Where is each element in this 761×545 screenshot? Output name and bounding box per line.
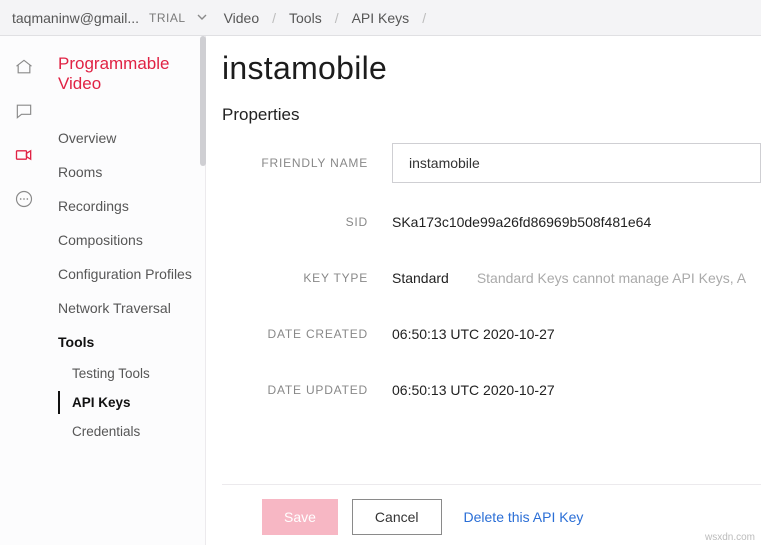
topbar: taqmaninw@gmail... TRIAL Video / Tools /…: [0, 0, 761, 36]
breadcrumb[interactable]: Video: [224, 10, 260, 26]
sidebar-item-network-traversal[interactable]: Network Traversal: [58, 291, 205, 325]
sidebar-item-testing-tools[interactable]: Testing Tools: [72, 359, 205, 388]
sidebar-item-compositions[interactable]: Compositions: [58, 223, 205, 257]
label-date-updated: DATE UPDATED: [222, 383, 392, 397]
label-sid: SID: [222, 215, 392, 229]
action-bar: Save Cancel Delete this API Key: [222, 484, 761, 535]
field-row: DATE UPDATED 06:50:13 UTC 2020-10-27: [222, 373, 761, 407]
sidebar-item-recordings[interactable]: Recordings: [58, 189, 205, 223]
field-row: DATE CREATED 06:50:13 UTC 2020-10-27: [222, 317, 761, 351]
sidebar-item-overview[interactable]: Overview: [58, 121, 205, 155]
delete-api-key-link[interactable]: Delete this API Key: [464, 509, 584, 525]
save-button[interactable]: Save: [262, 499, 338, 535]
value-key-type: Standard: [392, 270, 449, 286]
section-heading: Properties: [222, 105, 761, 125]
trial-badge: TRIAL: [149, 11, 186, 25]
label-key-type: KEY TYPE: [222, 271, 392, 285]
label-date-created: DATE CREATED: [222, 327, 392, 341]
field-row: SID SKa173c10de99a26fd86969b508f481e64: [222, 205, 761, 239]
breadcrumb[interactable]: API Keys: [352, 10, 410, 26]
sidebar-item-credentials[interactable]: Credentials: [72, 417, 205, 446]
sidebar-item-tools[interactable]: Tools: [58, 325, 205, 359]
sidebar: Programmable Video Overview Rooms Record…: [48, 36, 206, 545]
field-row: FRIENDLY NAME instamobile: [222, 143, 761, 183]
sidebar-item-rooms[interactable]: Rooms: [58, 155, 205, 189]
chevron-down-icon[interactable]: [196, 10, 208, 26]
home-icon[interactable]: [13, 56, 35, 78]
page-title: instamobile: [222, 50, 761, 87]
chat-icon[interactable]: [13, 100, 35, 122]
breadcrumb[interactable]: Tools: [289, 10, 322, 26]
value-date-updated: 06:50:13 UTC 2020-10-27: [392, 382, 555, 398]
label-friendly-name: FRIENDLY NAME: [222, 156, 392, 170]
video-icon[interactable]: [13, 144, 35, 166]
sidebar-item-api-keys[interactable]: API Keys: [72, 388, 205, 417]
key-type-hint: Standard Keys cannot manage API Keys, A: [477, 270, 746, 286]
field-row: KEY TYPE Standard Standard Keys cannot m…: [222, 261, 761, 295]
sidebar-title[interactable]: Programmable Video: [58, 54, 205, 95]
value-sid: SKa173c10de99a26fd86969b508f481e64: [392, 214, 651, 230]
friendly-name-input[interactable]: instamobile: [392, 143, 761, 183]
icon-rail: [0, 36, 48, 545]
sidebar-item-config-profiles[interactable]: Configuration Profiles: [58, 257, 205, 291]
watermark: wsxdn.com: [705, 532, 755, 543]
cancel-button[interactable]: Cancel: [352, 499, 442, 535]
value-date-created: 06:50:13 UTC 2020-10-27: [392, 326, 555, 342]
account-email[interactable]: taqmaninw@gmail...: [12, 10, 139, 26]
more-icon[interactable]: [13, 188, 35, 210]
main-content: instamobile Properties FRIENDLY NAME ins…: [206, 36, 761, 545]
